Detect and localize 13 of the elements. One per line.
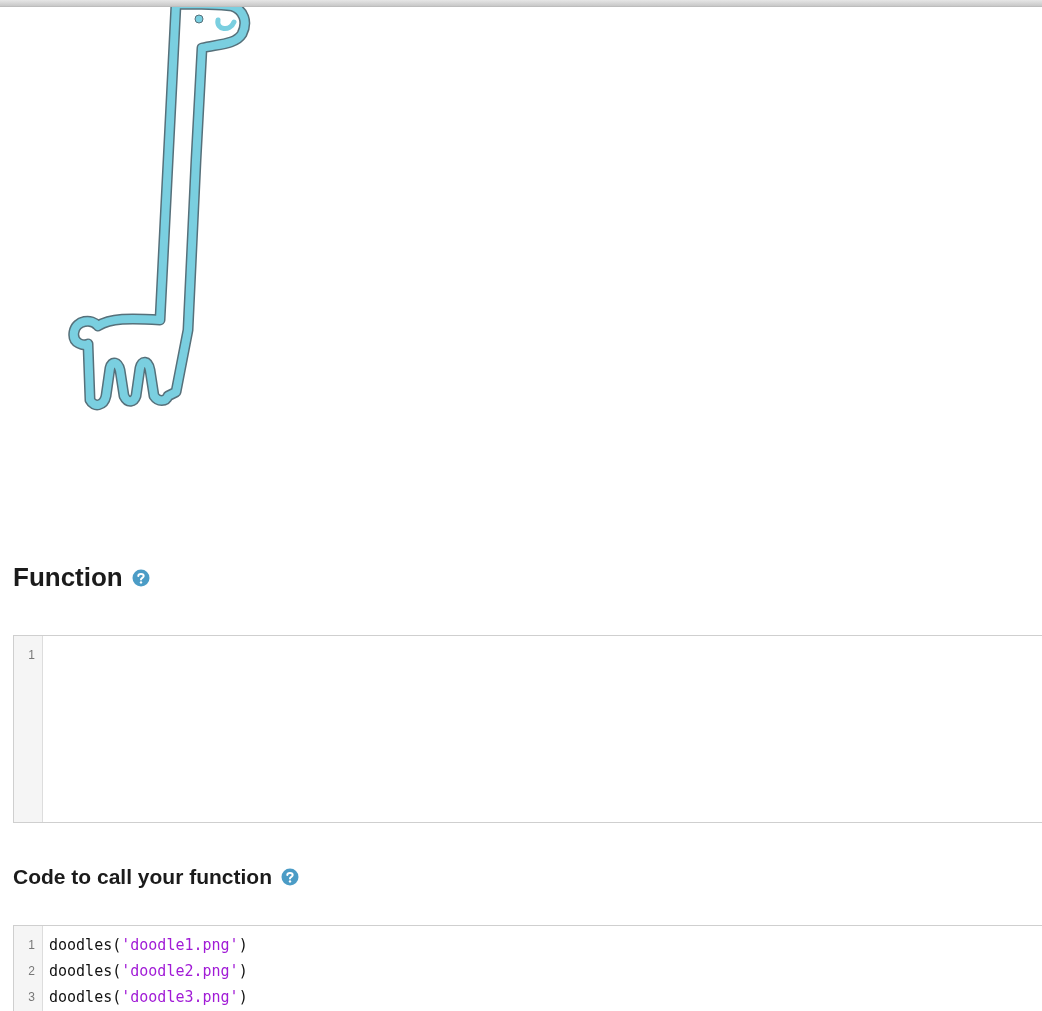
code-line: doodles('doodle1.png') bbox=[49, 934, 248, 956]
code-editor[interactable]: 1 2 3 doodles('doodle1.png') doodles('doodle2.png') doodles('doodle3.png') bbox=[13, 924, 1042, 1011]
help-icon[interactable] bbox=[281, 867, 299, 886]
section-heading: Function bbox=[13, 561, 123, 594]
line-number: 2 bbox=[27, 962, 36, 980]
code-editor[interactable]: 1 bbox=[13, 635, 1042, 823]
section-heading: Code to call your function bbox=[13, 864, 272, 890]
help-icon[interactable] bbox=[131, 568, 150, 587]
code-line: doodles('doodle2.png') bbox=[49, 960, 248, 982]
line-number: 1 bbox=[27, 647, 36, 664]
line-number: 1 bbox=[27, 936, 36, 954]
line-number: 3 bbox=[27, 988, 36, 1006]
code-line: doodles('doodle3.png') bbox=[49, 986, 248, 1008]
